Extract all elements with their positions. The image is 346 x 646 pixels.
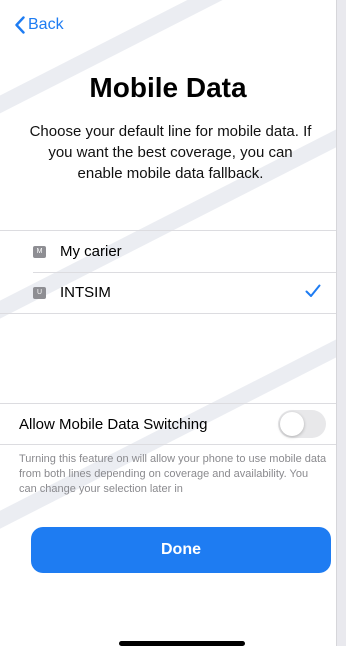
- chevron-left-icon: [15, 16, 25, 34]
- sim-badge-icon: M: [33, 245, 46, 258]
- sim-badge-icon: U: [33, 286, 46, 299]
- line-label: My carier: [60, 243, 122, 260]
- screen: Back Mobile Data Choose your default lin…: [0, 0, 336, 646]
- page-title: Mobile Data: [89, 72, 247, 103]
- toggle-knob: [280, 412, 304, 436]
- line-list: M My carier U INTSIM: [0, 230, 336, 314]
- switching-footnote: Turning this feature on will allow your …: [19, 453, 327, 495]
- back-button[interactable]: Back: [14, 16, 64, 34]
- done-button[interactable]: Done: [31, 527, 331, 573]
- back-label: Back: [28, 16, 64, 33]
- page-description: Choose your default line for mobile data…: [29, 123, 312, 182]
- mobile-data-switching-toggle[interactable]: [278, 410, 326, 438]
- checkmark-icon: [305, 284, 321, 297]
- mobile-data-switching-row: Allow Mobile Data Switching: [0, 403, 336, 445]
- line-option-my-carier[interactable]: M My carier: [0, 231, 336, 272]
- home-indicator: [119, 641, 245, 646]
- line-option-intsim[interactable]: U INTSIM: [0, 272, 336, 313]
- window-edge: [336, 0, 346, 646]
- line-label: INTSIM: [60, 284, 111, 301]
- switch-label: Allow Mobile Data Switching: [19, 415, 208, 433]
